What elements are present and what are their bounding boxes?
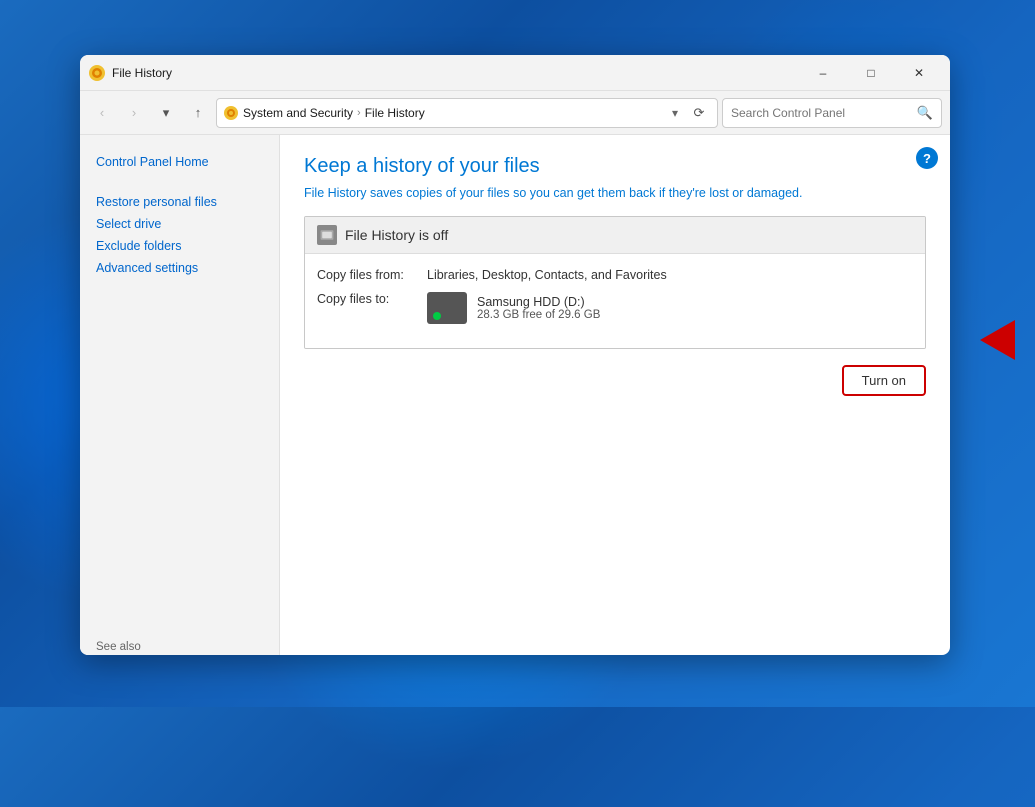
drive-icon [427, 292, 467, 324]
sidebar-item-control-panel-home[interactable]: Control Panel Home [80, 151, 279, 173]
copy-from-row: Copy files from: Libraries, Desktop, Con… [317, 268, 913, 282]
address-dropdown-btn[interactable]: ▾ [667, 106, 683, 120]
fh-header-icon [317, 225, 337, 245]
copy-from-value: Libraries, Desktop, Contacts, and Favori… [427, 268, 667, 282]
see-also-section: See also Recovery System Image Backup [80, 629, 279, 655]
search-button[interactable]: 🔍 [917, 105, 933, 121]
file-history-box: File History is off Copy files from: Lib… [304, 216, 926, 349]
address-file-history[interactable]: File History [365, 106, 425, 120]
nav-bar: ‹ › ▾ ↑ System and Security › File Histo… [80, 91, 950, 135]
copy-to-label: Copy files to: [317, 292, 427, 306]
window-title: File History [112, 66, 800, 80]
sidebar-item-select-drive[interactable]: Select drive [80, 213, 279, 235]
turn-on-area: Turn on [304, 365, 926, 396]
back-button[interactable]: ‹ [88, 99, 116, 127]
main-title: Keep a history of your files [304, 155, 926, 178]
main-panel: ? Keep a history of your files File Hist… [280, 135, 950, 655]
address-bar-icon [223, 105, 239, 121]
turn-on-button[interactable]: Turn on [842, 365, 926, 396]
drive-row: Samsung HDD (D:) 28.3 GB free of 29.6 GB [427, 292, 600, 324]
history-icon [319, 227, 335, 243]
main-description: File History saves copies of your files … [304, 186, 926, 200]
sidebar-item-advanced-settings[interactable]: Advanced settings [80, 257, 279, 279]
copy-to-row: Copy files to: Samsung HDD (D:) 28.3 GB … [317, 292, 913, 324]
up-button[interactable]: ↑ [184, 99, 212, 127]
address-text: System and Security › File History [243, 106, 663, 120]
help-button[interactable]: ? [916, 147, 938, 169]
copy-from-label: Copy files from: [317, 268, 427, 282]
file-history-window: File History – □ ✕ ‹ › ▾ ↑ System and Se… [80, 55, 950, 655]
content-area: Control Panel Home Restore personal file… [80, 135, 950, 655]
address-system-security[interactable]: System and Security [243, 106, 353, 120]
refresh-button[interactable]: ⟳ [687, 101, 711, 125]
search-input[interactable] [731, 106, 911, 120]
minimize-button[interactable]: – [800, 55, 846, 91]
window-icon [88, 64, 106, 82]
forward-button[interactable]: › [120, 99, 148, 127]
title-bar-controls: – □ ✕ [800, 55, 942, 91]
close-button[interactable]: ✕ [896, 55, 942, 91]
title-bar: File History – □ ✕ [80, 55, 950, 91]
see-also-title: See also [96, 641, 263, 653]
sidebar: Control Panel Home Restore personal file… [80, 135, 280, 655]
recent-locations-button[interactable]: ▾ [152, 99, 180, 127]
drive-name: Samsung HDD (D:) [477, 295, 600, 309]
sidebar-item-restore-personal-files[interactable]: Restore personal files [80, 191, 279, 213]
annotation-arrow-right [980, 320, 1015, 360]
fh-body: Copy files from: Libraries, Desktop, Con… [305, 254, 925, 348]
maximize-button[interactable]: □ [848, 55, 894, 91]
address-bar: System and Security › File History ▾ ⟳ [216, 98, 718, 128]
sidebar-item-exclude-folders[interactable]: Exclude folders [80, 235, 279, 257]
fh-status: File History is off [345, 227, 448, 243]
address-sep-1: › [357, 107, 361, 119]
search-bar[interactable]: 🔍 [722, 98, 942, 128]
drive-info: Samsung HDD (D:) 28.3 GB free of 29.6 GB [477, 295, 600, 321]
fh-header: File History is off [305, 217, 925, 254]
drive-space: 28.3 GB free of 29.6 GB [477, 309, 600, 321]
